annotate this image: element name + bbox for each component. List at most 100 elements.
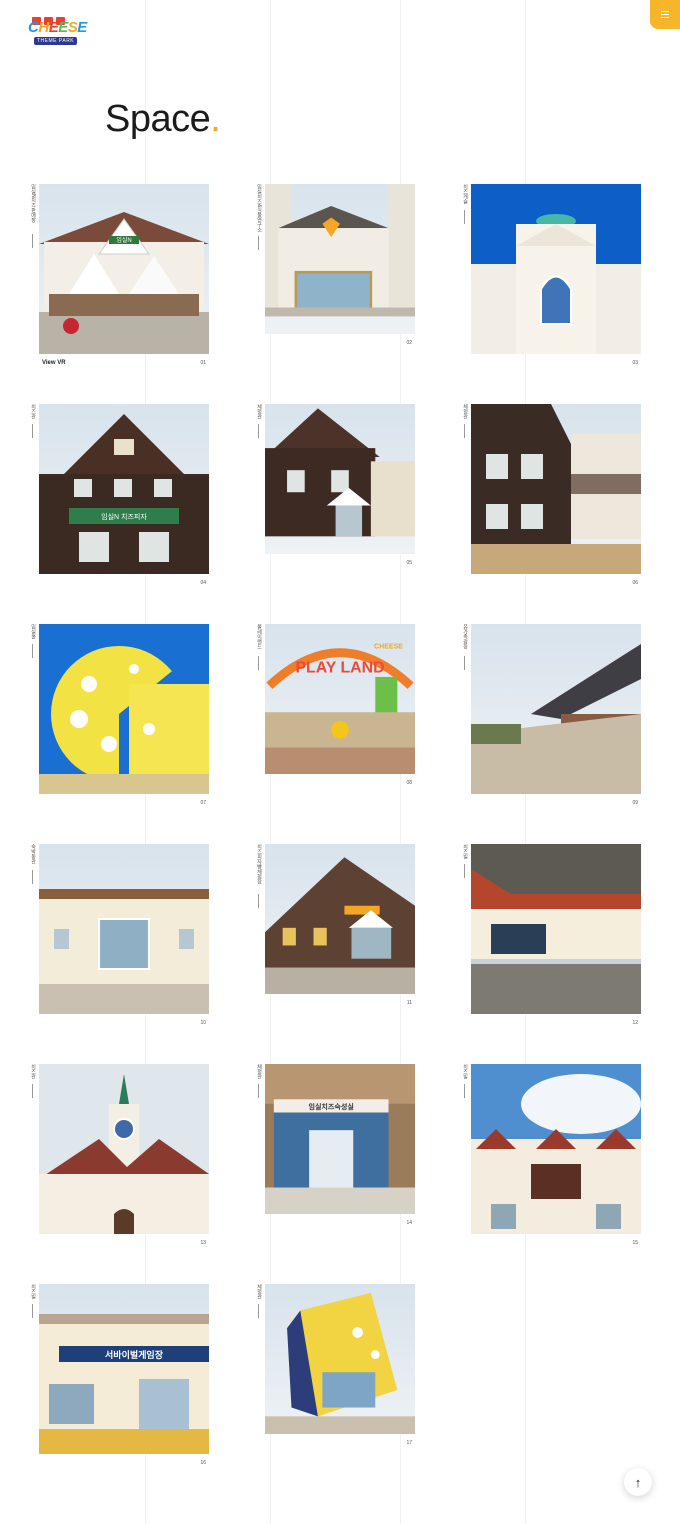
space-number: 01 <box>200 360 206 366</box>
label-divider <box>32 1084 33 1098</box>
space-card[interactable]: 체험관 임실치즈숙성실 14 <box>256 1064 415 1228</box>
label-divider <box>464 656 465 670</box>
label-divider <box>464 1084 465 1098</box>
space-photo[interactable] <box>265 844 415 994</box>
space-photo[interactable] <box>471 844 641 1014</box>
space-number: 17 <box>406 1440 412 1446</box>
view-vr-link[interactable]: View VR <box>42 360 66 366</box>
space-label: 치즈피자빵체험장 <box>256 844 262 884</box>
space-number: 16 <box>200 1460 206 1466</box>
svg-text:임실N 치즈피자: 임실N 치즈피자 <box>101 512 147 521</box>
space-photo[interactable] <box>39 624 209 794</box>
label-divider <box>32 1304 33 1318</box>
space-photo[interactable] <box>471 624 641 794</box>
label-divider <box>32 870 33 884</box>
space-number: 02 <box>406 340 412 346</box>
space-label: 체험관 <box>256 1284 262 1299</box>
space-card[interactable]: 치즈피자빵체험장 11 <box>256 844 415 1008</box>
logo-wordmark: CHEESE <box>28 19 87 36</box>
site-logo[interactable]: CHEESE THEME PARK <box>28 12 87 46</box>
space-label: 치즈캐슬 <box>462 184 468 204</box>
space-card[interactable]: 임실N치즈판매장 임실N 01 View VR <box>30 184 209 368</box>
space-number: 08 <box>406 780 412 786</box>
space-card[interactable]: 치즈캐슬 03 <box>462 184 641 368</box>
space-number: 06 <box>632 580 638 586</box>
space-photo[interactable]: PLAY LAND CHEESE <box>265 624 415 774</box>
svg-text:서바이벌게임장: 서바이벌게임장 <box>105 1349 164 1360</box>
space-card[interactable]: 치즈관 임실N 치즈피자 04 <box>30 404 209 588</box>
space-label: 유가족광장 <box>462 624 468 649</box>
space-label: 치즈빌 <box>462 844 468 859</box>
space-label: 숙박동관 <box>30 844 36 864</box>
page-title: Space. <box>105 98 221 140</box>
space-photo[interactable]: 서바이벌게임장 <box>39 1284 209 1454</box>
space-number: 05 <box>406 560 412 566</box>
space-photo[interactable] <box>265 184 415 334</box>
space-card[interactable]: 체험관 17 <box>256 1284 415 1448</box>
space-card[interactable]: 체험관 05 <box>256 404 415 568</box>
space-label: 임실홀 <box>30 624 36 639</box>
svg-text:PLAY LAND: PLAY LAND <box>295 660 384 677</box>
space-photo[interactable] <box>471 1064 641 1234</box>
space-label: 체험관 <box>256 1064 262 1079</box>
hamburger-icon <box>661 11 669 12</box>
space-card[interactable]: 치즈빌 12 <box>462 844 641 1028</box>
label-divider <box>464 210 465 224</box>
space-photo[interactable] <box>471 404 641 574</box>
space-photo[interactable]: 임실치즈숙성실 <box>265 1064 415 1214</box>
arrow-up-icon: ↑ <box>634 1474 642 1490</box>
space-photo[interactable] <box>39 1064 209 1234</box>
space-number: 09 <box>632 800 638 806</box>
space-card[interactable]: 치즈빌 15 <box>462 1064 641 1248</box>
space-number: 12 <box>632 1020 638 1026</box>
space-label: 임실N치즈판매장 <box>30 184 36 223</box>
menu-button[interactable] <box>650 0 680 29</box>
space-photo[interactable] <box>39 844 209 1014</box>
space-photo[interactable] <box>471 184 641 354</box>
label-divider <box>258 236 259 250</box>
space-number: 14 <box>406 1220 412 1226</box>
space-card[interactable]: 치즈빌 서바이벌게임장 16 <box>30 1284 209 1468</box>
space-number: 11 <box>406 1000 412 1006</box>
space-number: 13 <box>200 1240 206 1246</box>
label-divider <box>258 1304 259 1318</box>
svg-text:임실N: 임실N <box>116 236 131 244</box>
label-divider <box>32 424 33 438</box>
space-label: 체험관 <box>462 404 468 419</box>
back-to-top-button[interactable]: ↑ <box>624 1468 652 1496</box>
space-label: 임실치즈&식품연구소 <box>256 184 262 233</box>
label-divider <box>258 1084 259 1098</box>
space-photo[interactable] <box>265 1284 415 1434</box>
space-card[interactable]: 체험관 06 <box>462 404 641 588</box>
space-number: 15 <box>632 1240 638 1246</box>
space-card[interactable]: 유가족광장 09 <box>462 624 641 808</box>
space-number: 10 <box>200 1020 206 1026</box>
label-divider <box>258 424 259 438</box>
svg-text:CHEESE: CHEESE <box>374 644 403 651</box>
label-divider <box>258 894 259 908</box>
space-label: 체험관 <box>256 404 262 419</box>
space-photo[interactable]: 임실N <box>39 184 209 354</box>
logo-subtitle: THEME PARK <box>34 37 78 45</box>
space-card[interactable]: 플레이랜드 PLAY LAND CHEESE 08 <box>256 624 415 788</box>
label-divider <box>258 656 259 670</box>
space-label: 치즈빌 <box>462 1064 468 1079</box>
space-number: 03 <box>632 360 638 366</box>
space-card[interactable]: 임실치즈&식품연구소 02 <box>256 184 415 348</box>
label-divider <box>32 234 33 248</box>
space-photo[interactable]: 임실N 치즈피자 <box>39 404 209 574</box>
space-number: 07 <box>200 800 206 806</box>
space-label: 치즈관 <box>30 1064 36 1079</box>
space-card[interactable]: 임실홀 07 <box>30 624 209 808</box>
svg-text:임실치즈숙성실: 임실치즈숙성실 <box>308 1102 353 1111</box>
space-photo[interactable] <box>265 404 415 554</box>
label-divider <box>464 424 465 438</box>
label-divider <box>32 644 33 658</box>
space-card[interactable]: 치즈관 13 <box>30 1064 209 1248</box>
space-card[interactable]: 숙박동관 10 <box>30 844 209 1028</box>
label-divider <box>464 864 465 878</box>
space-label: 플레이랜드 <box>256 624 262 649</box>
space-number: 04 <box>200 580 206 586</box>
space-label: 치즈관 <box>30 404 36 419</box>
space-label: 치즈빌 <box>30 1284 36 1299</box>
